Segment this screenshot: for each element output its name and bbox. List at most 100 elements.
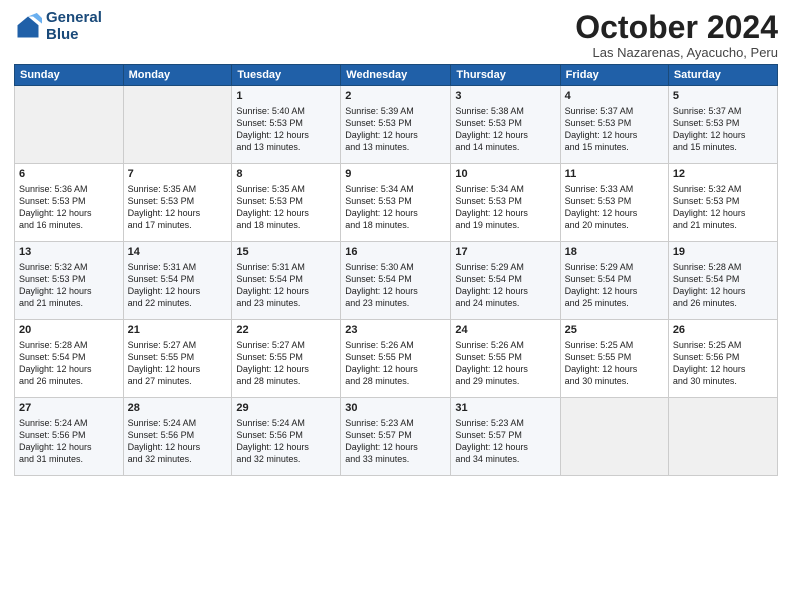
calendar-cell: 19Sunrise: 5:28 AMSunset: 5:54 PMDayligh… xyxy=(668,242,777,320)
calendar-cell: 10Sunrise: 5:34 AMSunset: 5:53 PMDayligh… xyxy=(451,164,560,242)
header-saturday: Saturday xyxy=(668,65,777,86)
calendar-cell: 6Sunrise: 5:36 AMSunset: 5:53 PMDaylight… xyxy=(15,164,124,242)
day-info: Daylight: 12 hours xyxy=(19,285,119,297)
day-info: Sunset: 5:53 PM xyxy=(565,117,664,129)
day-info: Daylight: 12 hours xyxy=(345,207,446,219)
day-number: 16 xyxy=(345,245,446,260)
logo-line1: General xyxy=(46,9,102,26)
day-info: Sunrise: 5:24 AM xyxy=(236,417,336,429)
day-info: Sunrise: 5:35 AM xyxy=(236,183,336,195)
day-info: Daylight: 12 hours xyxy=(236,285,336,297)
header-sunday: Sunday xyxy=(15,65,124,86)
day-info: Sunset: 5:54 PM xyxy=(673,273,773,285)
day-number: 18 xyxy=(565,245,664,260)
day-number: 5 xyxy=(673,89,773,104)
day-info: and 18 minutes. xyxy=(236,219,336,231)
day-number: 6 xyxy=(19,167,119,182)
day-info: Daylight: 12 hours xyxy=(128,441,228,453)
day-info: Sunrise: 5:32 AM xyxy=(19,261,119,273)
day-info: Sunset: 5:56 PM xyxy=(128,429,228,441)
day-info: Sunset: 5:53 PM xyxy=(345,117,446,129)
month-title: October 2024 xyxy=(575,10,778,45)
day-info: Sunset: 5:55 PM xyxy=(565,351,664,363)
day-info: Daylight: 12 hours xyxy=(345,441,446,453)
day-info: Daylight: 12 hours xyxy=(565,129,664,141)
day-info: Daylight: 12 hours xyxy=(455,129,555,141)
calendar-cell: 5Sunrise: 5:37 AMSunset: 5:53 PMDaylight… xyxy=(668,86,777,164)
day-info: Daylight: 12 hours xyxy=(128,363,228,375)
day-info: Sunset: 5:56 PM xyxy=(673,351,773,363)
day-info: Sunset: 5:54 PM xyxy=(565,273,664,285)
day-info: Sunset: 5:55 PM xyxy=(236,351,336,363)
day-info: and 30 minutes. xyxy=(565,375,664,387)
day-info: Sunset: 5:54 PM xyxy=(128,273,228,285)
day-info: Daylight: 12 hours xyxy=(565,207,664,219)
day-info: Daylight: 12 hours xyxy=(19,207,119,219)
day-info: and 15 minutes. xyxy=(673,141,773,153)
calendar-cell: 11Sunrise: 5:33 AMSunset: 5:53 PMDayligh… xyxy=(560,164,668,242)
day-info: and 27 minutes. xyxy=(128,375,228,387)
day-number: 1 xyxy=(236,89,336,104)
day-number: 23 xyxy=(345,323,446,338)
header-friday: Friday xyxy=(560,65,668,86)
day-info: Sunrise: 5:35 AM xyxy=(128,183,228,195)
day-number: 29 xyxy=(236,401,336,416)
day-info: Sunrise: 5:26 AM xyxy=(345,339,446,351)
day-number: 14 xyxy=(128,245,228,260)
day-info: Sunrise: 5:31 AM xyxy=(128,261,228,273)
day-info: Sunrise: 5:24 AM xyxy=(128,417,228,429)
day-info: and 21 minutes. xyxy=(673,219,773,231)
day-info: Sunset: 5:54 PM xyxy=(345,273,446,285)
day-info: Sunset: 5:55 PM xyxy=(128,351,228,363)
day-info: Daylight: 12 hours xyxy=(19,441,119,453)
day-info: Daylight: 12 hours xyxy=(345,363,446,375)
day-info: Sunrise: 5:38 AM xyxy=(455,105,555,117)
header-wednesday: Wednesday xyxy=(341,65,451,86)
header-thursday: Thursday xyxy=(451,65,560,86)
day-number: 3 xyxy=(455,89,555,104)
day-number: 25 xyxy=(565,323,664,338)
day-number: 27 xyxy=(19,401,119,416)
day-info: Daylight: 12 hours xyxy=(455,363,555,375)
calendar-cell xyxy=(123,86,232,164)
day-info: Sunset: 5:53 PM xyxy=(236,195,336,207)
day-info: Sunset: 5:53 PM xyxy=(455,195,555,207)
calendar-cell xyxy=(560,398,668,476)
day-info: Daylight: 12 hours xyxy=(455,441,555,453)
day-info: Daylight: 12 hours xyxy=(673,129,773,141)
day-info: Sunset: 5:54 PM xyxy=(236,273,336,285)
day-info: Sunset: 5:53 PM xyxy=(565,195,664,207)
day-info: and 20 minutes. xyxy=(565,219,664,231)
day-number: 13 xyxy=(19,245,119,260)
calendar-cell: 23Sunrise: 5:26 AMSunset: 5:55 PMDayligh… xyxy=(341,320,451,398)
day-info: Daylight: 12 hours xyxy=(236,441,336,453)
day-info: and 26 minutes. xyxy=(673,297,773,309)
day-info: and 17 minutes. xyxy=(128,219,228,231)
logo-icon xyxy=(14,13,42,41)
calendar-cell: 14Sunrise: 5:31 AMSunset: 5:54 PMDayligh… xyxy=(123,242,232,320)
day-info: and 28 minutes. xyxy=(236,375,336,387)
day-info: Sunset: 5:56 PM xyxy=(236,429,336,441)
day-info: Daylight: 12 hours xyxy=(673,285,773,297)
day-info: and 29 minutes. xyxy=(455,375,555,387)
day-info: and 28 minutes. xyxy=(345,375,446,387)
day-info: and 13 minutes. xyxy=(345,141,446,153)
calendar-cell: 16Sunrise: 5:30 AMSunset: 5:54 PMDayligh… xyxy=(341,242,451,320)
day-info: and 16 minutes. xyxy=(19,219,119,231)
day-info: Sunset: 5:53 PM xyxy=(19,195,119,207)
calendar-header-row: SundayMondayTuesdayWednesdayThursdayFrid… xyxy=(15,65,778,86)
day-info: Sunrise: 5:25 AM xyxy=(673,339,773,351)
day-info: Sunrise: 5:31 AM xyxy=(236,261,336,273)
day-info: Daylight: 12 hours xyxy=(455,207,555,219)
day-info: Daylight: 12 hours xyxy=(236,129,336,141)
day-number: 12 xyxy=(673,167,773,182)
calendar-week-3: 13Sunrise: 5:32 AMSunset: 5:53 PMDayligh… xyxy=(15,242,778,320)
day-info: Sunset: 5:55 PM xyxy=(345,351,446,363)
day-number: 10 xyxy=(455,167,555,182)
day-info: Sunrise: 5:29 AM xyxy=(565,261,664,273)
calendar-cell: 26Sunrise: 5:25 AMSunset: 5:56 PMDayligh… xyxy=(668,320,777,398)
day-info: Sunrise: 5:28 AM xyxy=(673,261,773,273)
day-info: and 32 minutes. xyxy=(236,453,336,465)
calendar-table: SundayMondayTuesdayWednesdayThursdayFrid… xyxy=(14,64,778,476)
logo-text: General Blue xyxy=(46,10,102,43)
